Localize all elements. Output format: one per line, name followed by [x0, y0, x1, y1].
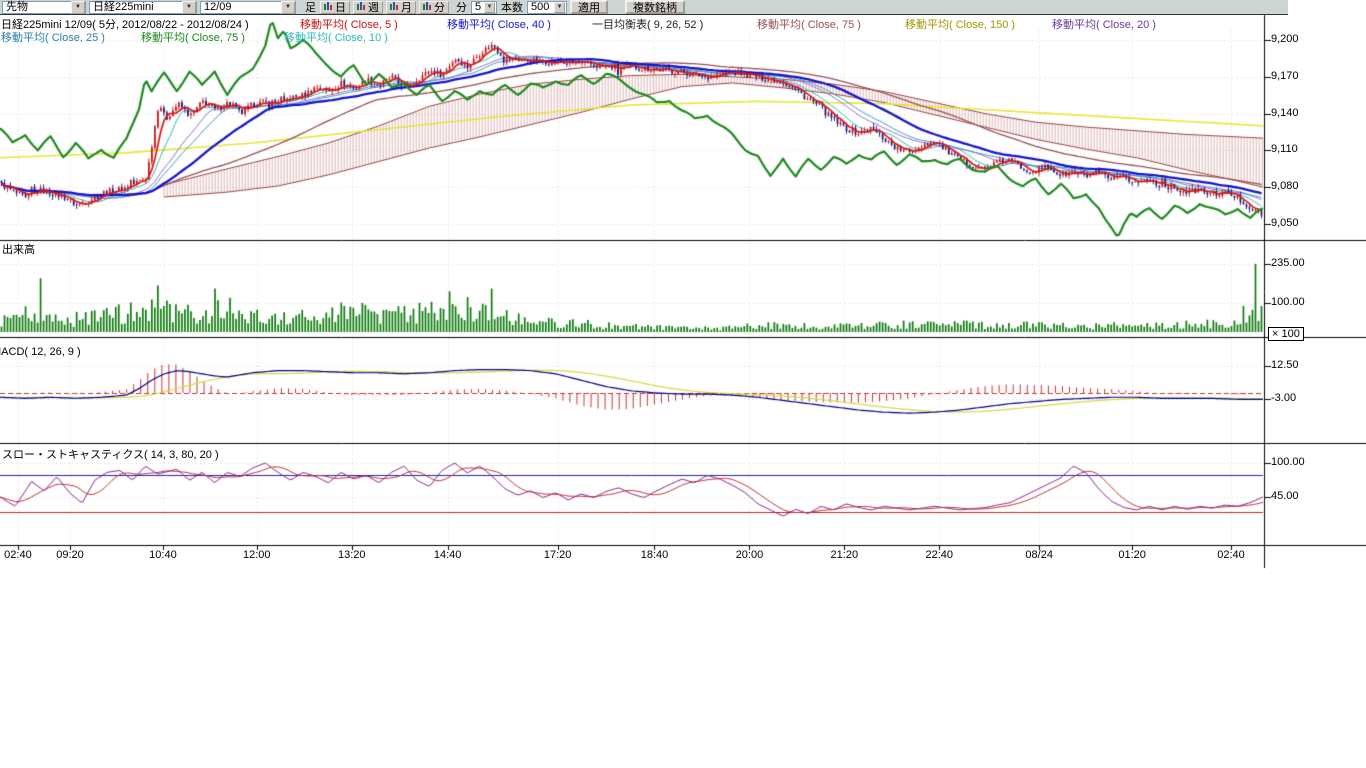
period-button-minute[interactable]: 分: [419, 1, 449, 14]
toolbar: 先物 ▼ 日経225mini ▼ 12/09 ▼ 足 日 週 月 分 分 5 ▼…: [0, 0, 1288, 15]
multi-symbol-button[interactable]: 複数銘柄: [625, 0, 685, 14]
period-button-month[interactable]: 月: [386, 1, 416, 14]
legend-ichimoku: 一目均衡表( 9, 26, 52 ): [592, 16, 703, 32]
legend-ma-close-40: 移動平均( Close, 40 ): [447, 16, 551, 32]
legend-ma-close-75: 移動平均( Close, 75 ): [757, 16, 861, 32]
macd-panel-label: MACD( 12, 26, 9 ): [0, 346, 81, 358]
dropdown-arrow-icon: ▼: [71, 1, 85, 14]
contract-month-select[interactable]: 12/09 ▼: [200, 1, 296, 14]
volume-panel-label: 出来高: [2, 241, 35, 257]
spinner-arrow-icon: ▼: [484, 2, 495, 13]
dropdown-arrow-icon: ▼: [281, 1, 295, 14]
symbol-value: 日経225mini: [93, 2, 154, 13]
bar-count-label: 本数: [501, 0, 523, 15]
period-button-week[interactable]: 週: [353, 1, 383, 14]
legend-ma-close-150: 移動平均( Close, 150 ): [905, 16, 1015, 32]
legend-ma-close-20: 移動平均( Close, 20 ): [1052, 16, 1156, 32]
legend-ma-close-25: 移動平均( Close, 25 ): [1, 29, 105, 45]
instrument-type-value: 先物: [6, 2, 28, 13]
mini-chart-icon: [390, 1, 399, 13]
contract-month-value: 12/09: [204, 2, 232, 13]
mini-chart-icon: [423, 1, 432, 13]
instrument-type-select[interactable]: 先物 ▼: [2, 1, 86, 14]
spinner-arrow-icon: ▼: [554, 2, 565, 13]
minute-label: 分: [456, 0, 467, 15]
apply-button[interactable]: 適用: [570, 0, 608, 14]
bar-count-input[interactable]: 500 ▼: [527, 1, 567, 14]
mini-chart-icon: [357, 1, 366, 13]
period-button-day[interactable]: 日: [320, 1, 350, 14]
symbol-select[interactable]: 日経225mini ▼: [89, 1, 197, 14]
stochastics-panel-label: スロー・ストキャスティクス( 14, 3, 80, 20 ): [2, 446, 219, 462]
volume-multiplier-badge: × 100: [1268, 327, 1304, 341]
dropdown-arrow-icon: ▼: [182, 1, 196, 14]
minute-input[interactable]: 5 ▼: [471, 1, 497, 14]
bar-type-label: 足: [305, 0, 316, 15]
mini-chart-icon: [324, 1, 333, 13]
legend-ma-close-10: 移動平均( Close, 10 ): [284, 29, 388, 45]
legend-ma-close-75b: 移動平均( Close, 75 ): [141, 29, 245, 45]
chart-canvas[interactable]: [0, 0, 1366, 570]
